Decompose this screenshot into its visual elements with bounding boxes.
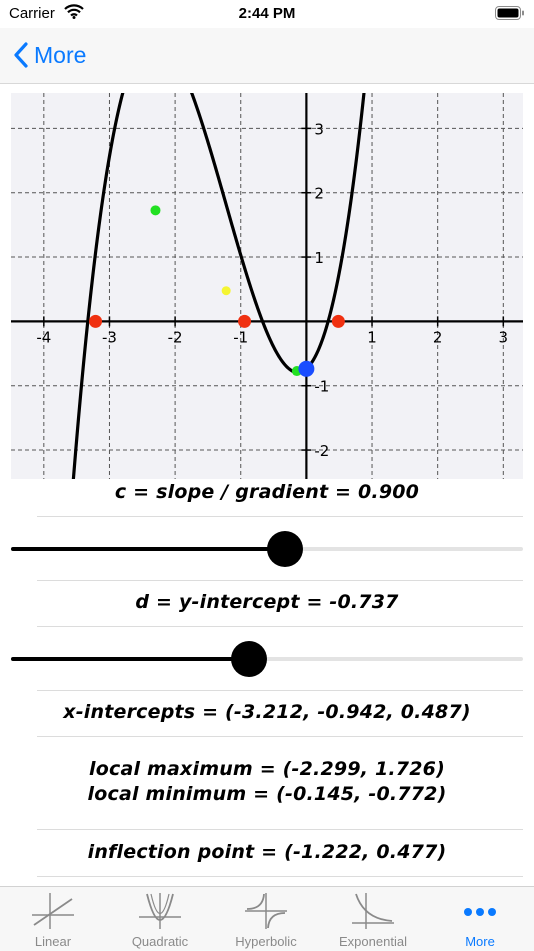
- x-tick-label: -1: [233, 328, 248, 346]
- x-tick-label: -3: [102, 328, 117, 346]
- exponential-graph-icon: [352, 893, 394, 929]
- back-button[interactable]: More: [14, 38, 86, 72]
- navigation-bar: More: [0, 28, 534, 84]
- x-tick-label: 2: [433, 328, 443, 346]
- tab-label: Exponential: [339, 934, 407, 949]
- x-tick-label: -2: [168, 328, 183, 346]
- separator: [37, 736, 523, 737]
- tab-label: Linear: [34, 934, 72, 949]
- tab-label: Hyperbolic: [235, 934, 297, 949]
- status-bar: Carrier 2:44 PM: [0, 0, 534, 28]
- y-tick-label: -2: [314, 442, 329, 460]
- tab-label: More: [465, 934, 495, 949]
- inflection-point-label: inflection point = (-1.222, 0.477): [87, 841, 447, 863]
- inflection-point-point: [221, 286, 231, 296]
- x-tick-label: 1: [367, 328, 377, 346]
- controls-panel[interactable]: c = slope / gradient = 0.900 d = y-inter…: [0, 479, 534, 886]
- function-graph[interactable]: -4 -3 -2 -1 1 2 3 3 2 1 -1 -2: [11, 93, 523, 479]
- slider-thumb[interactable]: [266, 531, 303, 567]
- tab-label: Quadratic: [131, 934, 189, 949]
- grid-lines: [11, 93, 523, 479]
- y-tick-label: 1: [314, 249, 324, 267]
- separator: [37, 580, 523, 581]
- y-intercept-label: d = y-intercept = -0.737: [135, 591, 399, 613]
- local-minimum-label: local minimum = (-0.145, -0.772): [87, 783, 447, 805]
- y-tick-label: 2: [314, 185, 324, 203]
- back-button-label: More: [34, 41, 87, 68]
- local-maximum-label: local maximum = (-2.299, 1.726): [89, 758, 445, 780]
- x-intercept-point: [331, 314, 345, 328]
- x-intercept-point: [238, 314, 252, 328]
- local-maximum-point: [150, 205, 161, 216]
- y-tick-label: -1: [314, 378, 329, 396]
- tab-more[interactable]: More: [427, 887, 533, 951]
- axes: [11, 93, 523, 479]
- status-time: 2:44 PM: [238, 5, 296, 22]
- y-tick-label: 3: [314, 120, 324, 138]
- chevron-left-icon: [14, 42, 28, 68]
- hyperbolic-graph-icon: [245, 893, 287, 929]
- y-intercept-slider[interactable]: [11, 639, 523, 679]
- linear-graph-icon: [32, 893, 74, 929]
- x-tick-label: -4: [36, 328, 51, 346]
- slider-fill: [11, 547, 285, 551]
- slope-slider[interactable]: [11, 529, 523, 569]
- y-intercept-point: [298, 360, 315, 377]
- tab-bar: Linear Quadratic Hyperbolic Exponential: [0, 886, 534, 951]
- battery-icon: [495, 6, 525, 24]
- cubic-curve: [71, 93, 366, 479]
- slider-fill: [11, 657, 250, 661]
- separator: [37, 626, 523, 627]
- tab-quadratic[interactable]: Quadratic: [107, 887, 213, 951]
- tab-linear[interactable]: Linear: [0, 887, 106, 951]
- x-intercept-point: [89, 314, 103, 328]
- separator: [37, 829, 523, 830]
- x-intercepts-label: x-intercepts = (-3.212, -0.942, 0.487): [63, 701, 471, 723]
- more-dots-icon: [464, 908, 496, 916]
- cubic-graph-plot: -4 -3 -2 -1 1 2 3 3 2 1 -1 -2: [11, 93, 523, 479]
- quadratic-graph-icon: [139, 893, 181, 929]
- slope-label: c = slope / gradient = 0.900: [114, 481, 420, 503]
- tab-exponential[interactable]: Exponential: [320, 887, 426, 951]
- tab-hyperbolic[interactable]: Hyperbolic: [213, 887, 319, 951]
- slider-thumb[interactable]: [231, 641, 268, 677]
- separator: [37, 516, 523, 517]
- separator: [37, 876, 523, 877]
- x-tick-label: 3: [499, 328, 509, 346]
- separator: [37, 690, 523, 691]
